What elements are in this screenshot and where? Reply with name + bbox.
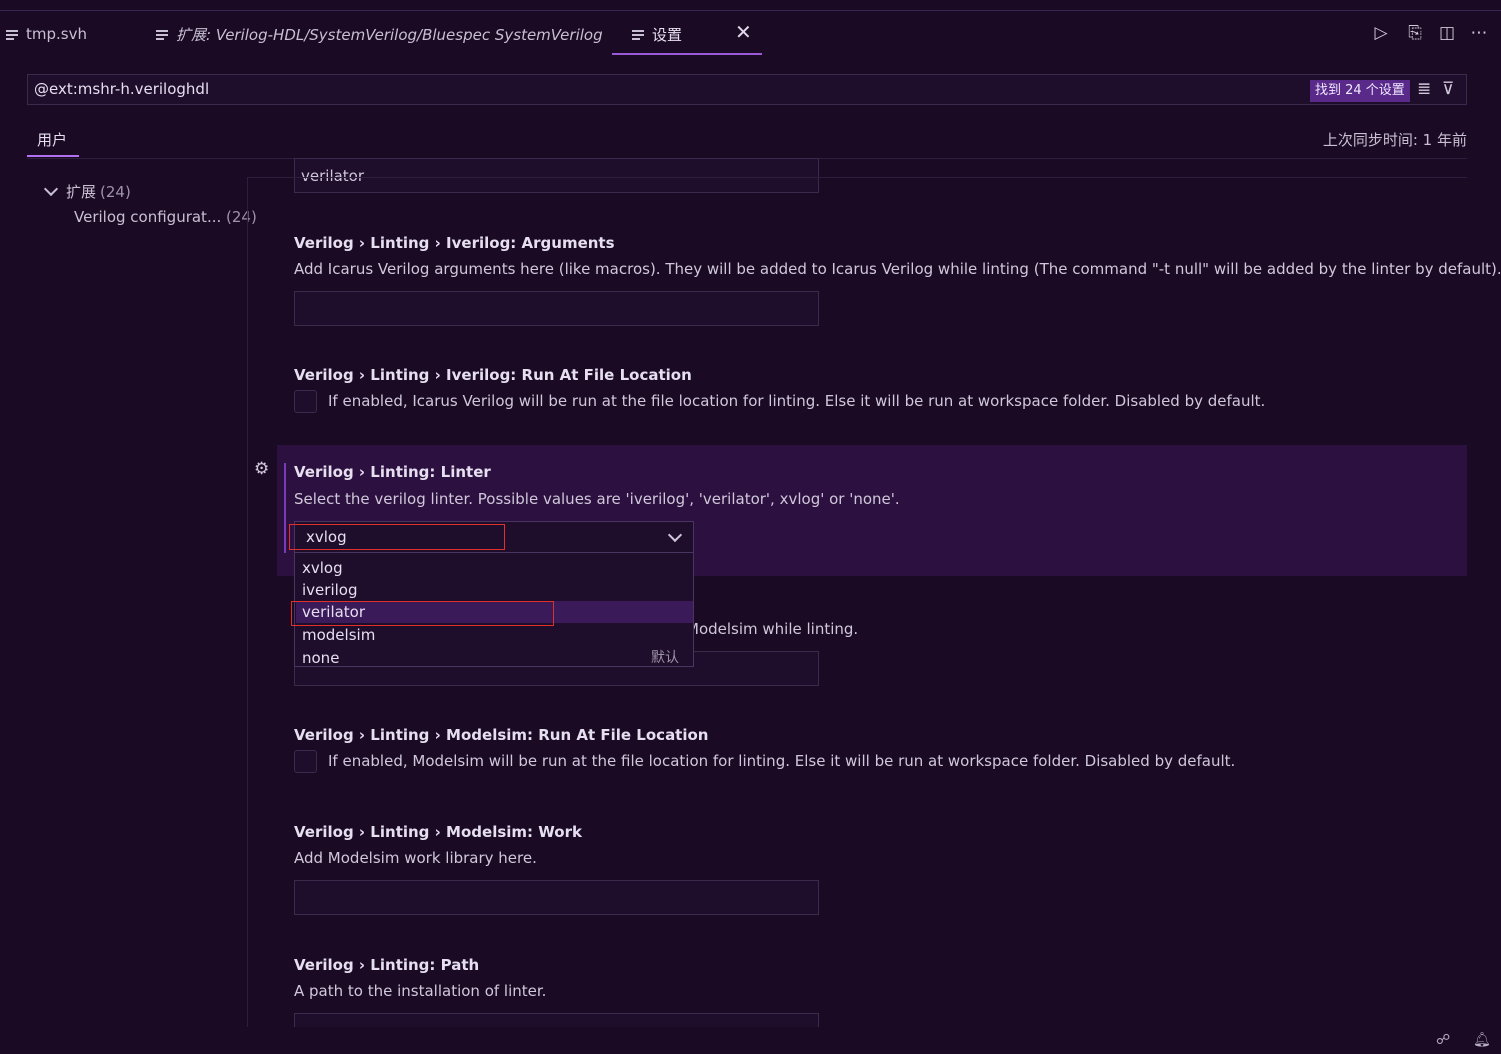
title-bar bbox=[0, 0, 1501, 11]
focus-indicator bbox=[284, 463, 286, 553]
setting-title-iverilog-run-at-file-location: Verilog › Linting › Iverilog: Run At Fil… bbox=[294, 366, 692, 384]
setting-description: A path to the installation of linter. bbox=[294, 982, 547, 1000]
toc-label: Verilog configurat... bbox=[74, 208, 222, 226]
gear-icon[interactable]: ⚙ bbox=[254, 460, 272, 478]
file-lines-icon bbox=[6, 28, 18, 40]
option-modelsim[interactable]: modelsim bbox=[296, 624, 693, 646]
tab-label: tmp.svh bbox=[26, 25, 87, 43]
annotation-box bbox=[291, 601, 554, 626]
chevron-down-icon bbox=[667, 527, 683, 543]
setting-title-path: Verilog › Linting: Path bbox=[294, 956, 480, 974]
toc-item-extensions[interactable]: 扩展 (24) bbox=[43, 181, 131, 202]
tab-extension[interactable]: 扩展: Verilog-HDL/SystemVerilog/Bluespec S… bbox=[156, 11, 603, 57]
option-iverilog[interactable]: iverilog bbox=[296, 579, 693, 601]
results-count-badge: 找到 24 个设置 bbox=[1310, 80, 1410, 102]
option-none[interactable]: none 默认 bbox=[296, 647, 693, 669]
setting-description: If enabled, Modelsim will be run at the … bbox=[328, 752, 1236, 770]
file-lines-icon bbox=[632, 28, 644, 40]
filter-icon[interactable]: ⊽ bbox=[1442, 79, 1460, 99]
tab-tmp-svh[interactable]: tmp.svh bbox=[6, 11, 87, 57]
setting-title-linter: Verilog › Linting: Linter bbox=[294, 463, 491, 481]
setting-title-modelsim-work: Verilog › Linting › Modelsim: Work bbox=[294, 823, 582, 841]
setting-description: If enabled, Icarus Verilog will be run a… bbox=[328, 392, 1266, 410]
split-editor-icon[interactable]: ◫ bbox=[1437, 22, 1457, 44]
annotation-box bbox=[289, 524, 505, 550]
cut-off-textbox[interactable]: verilator bbox=[294, 158, 819, 193]
divider bbox=[247, 177, 1467, 178]
setting-title-iverilog-arguments: Verilog › Linting › Iverilog: Arguments bbox=[294, 234, 615, 252]
setting-description: Add Icarus Verilog arguments here (like … bbox=[294, 260, 1501, 278]
sync-status: 上次同步时间: 1 年前 bbox=[1322, 131, 1467, 149]
default-hint: 默认 bbox=[651, 650, 679, 666]
clear-filter-icon[interactable]: ≣ bbox=[1417, 79, 1435, 99]
bell-icon[interactable]: 🔔︎ bbox=[1473, 1032, 1491, 1048]
textbox-value: verilator bbox=[301, 167, 365, 185]
setting-title-modelsim-run-at-file-location: Verilog › Linting › Modelsim: Run At Fil… bbox=[294, 726, 709, 744]
file-lines-icon bbox=[156, 28, 168, 40]
more-actions-icon[interactable]: ⋯ bbox=[1469, 22, 1489, 44]
active-tab-indicator bbox=[612, 53, 762, 55]
tab-user-settings[interactable]: 用户 bbox=[37, 129, 67, 150]
run-icon[interactable]: ▷ bbox=[1371, 22, 1391, 44]
option-label: none bbox=[302, 649, 340, 667]
chevron-down-icon bbox=[43, 181, 59, 197]
open-settings-json-icon[interactable]: ⎘ bbox=[1405, 22, 1425, 44]
setting-description-partial: Modelsim while linting. bbox=[686, 620, 859, 638]
tab-label: 扩展: Verilog-HDL/SystemVerilog/Bluespec S… bbox=[176, 25, 603, 44]
settings-search bbox=[27, 74, 1467, 105]
iverilog-run-at-file-location-checkbox[interactable] bbox=[294, 390, 317, 413]
setting-description: Add Modelsim work library here. bbox=[294, 849, 537, 867]
tab-label: 设置 bbox=[652, 25, 683, 44]
account-icon[interactable]: ☍ bbox=[1436, 1032, 1452, 1048]
toc-count: (24) bbox=[226, 208, 257, 226]
toc-item-verilog[interactable]: Verilog configurat... (24) bbox=[74, 208, 257, 226]
setting-description: Select the verilog linter. Possible valu… bbox=[294, 490, 900, 508]
search-input[interactable] bbox=[34, 80, 1234, 98]
modelsim-run-at-file-location-checkbox[interactable] bbox=[294, 750, 317, 773]
close-icon[interactable]: ✕ bbox=[735, 22, 752, 42]
iverilog-arguments-input[interactable] bbox=[294, 291, 819, 326]
scope-tab-indicator bbox=[27, 155, 79, 157]
option-xvlog[interactable]: xvlog bbox=[296, 557, 693, 579]
toc-divider bbox=[247, 177, 248, 1027]
toc-count: (24) bbox=[100, 182, 131, 201]
modelsim-work-input[interactable] bbox=[294, 880, 819, 915]
toc-label: 扩展 bbox=[66, 183, 97, 201]
path-input[interactable] bbox=[294, 1013, 819, 1027]
